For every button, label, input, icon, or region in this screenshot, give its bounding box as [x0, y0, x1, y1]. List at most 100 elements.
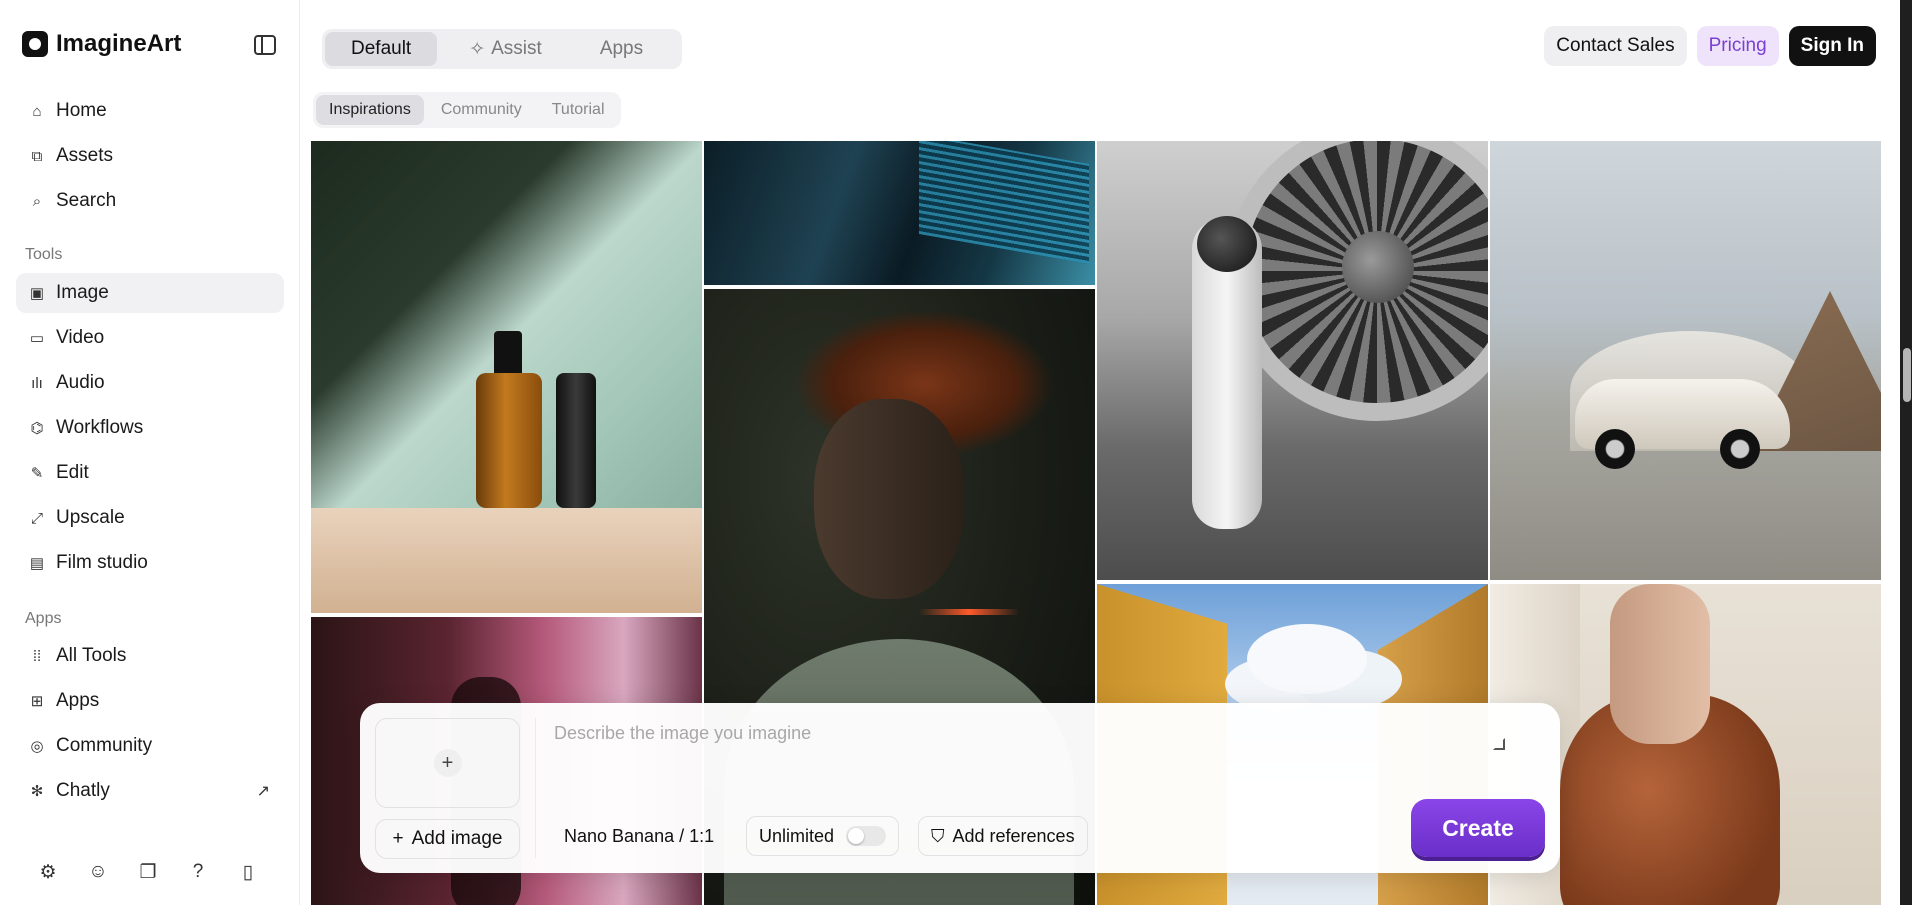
- sidebar: ImagineArt ⌂ Home ⧉ Assets ⌕ Search Tool…: [0, 0, 300, 905]
- contact-sales-button[interactable]: Contact Sales: [1544, 26, 1687, 66]
- sidebar-item-home[interactable]: ⌂ Home: [16, 91, 284, 131]
- tile-detail: [1342, 231, 1414, 303]
- sidebar-item-label: Assets: [56, 145, 114, 166]
- create-button[interactable]: Create: [1411, 799, 1545, 857]
- tools-section-label: Tools: [25, 246, 63, 263]
- gallery-tile[interactable]: [1097, 141, 1488, 580]
- add-references-label: Add references: [952, 825, 1075, 846]
- sidebar-item-all-tools[interactable]: ⁞⁞ All Tools: [16, 636, 284, 676]
- sidebar-item-video[interactable]: ▭ Video: [16, 318, 284, 358]
- workflows-icon: ⌬: [30, 420, 44, 437]
- brand-name: ImagineArt: [56, 30, 182, 57]
- tab-inspirations[interactable]: Inspirations: [316, 95, 424, 125]
- external-link-icon: ↗: [256, 783, 270, 800]
- sidebar-item-chatly[interactable]: ✻ Chatly ↗: [16, 771, 284, 811]
- add-image-button[interactable]: + Add image: [375, 819, 520, 859]
- sidebar-item-audio[interactable]: ılı Audio: [16, 363, 284, 403]
- brand-logo[interactable]: ImagineArt: [22, 30, 181, 58]
- unlimited-label: Unlimited: [759, 825, 835, 846]
- tab-assist[interactable]: ✧ Assist: [443, 32, 568, 66]
- mobile-icon[interactable]: ▯: [236, 860, 260, 884]
- upscale-icon: ⤢: [30, 509, 43, 527]
- plus-icon: +: [392, 828, 404, 849]
- toggle-switch[interactable]: [846, 826, 887, 846]
- tab-apps[interactable]: Apps: [574, 32, 669, 66]
- tab-default[interactable]: Default: [325, 32, 438, 66]
- tile-detail: [311, 508, 702, 613]
- sidebar-item-label: Upscale: [56, 507, 125, 528]
- sidebar-item-label: Image: [56, 282, 109, 303]
- search-icon: ⌕: [32, 192, 42, 210]
- model-selector[interactable]: Nano Banana / 1:1: [554, 816, 724, 856]
- audio-icon: ılı: [31, 374, 43, 392]
- prompt-panel: + + Add image Nano Banana / 1:1 Unlimite…: [360, 703, 1560, 873]
- sidebar-item-workflows[interactable]: ⌬ Workflows: [16, 408, 284, 448]
- community-icon: ◎: [30, 738, 44, 755]
- sidebar-item-community[interactable]: ◎ Community: [16, 726, 284, 766]
- sidebar-item-upscale[interactable]: ⤢ Upscale: [16, 498, 284, 538]
- sidebar-item-edit[interactable]: ✎ Edit: [16, 453, 284, 493]
- scrollbar[interactable]: [1900, 0, 1912, 905]
- gallery-tile[interactable]: [311, 141, 702, 613]
- gallery-tile[interactable]: [1490, 141, 1881, 580]
- add-image-label: Add image: [411, 828, 503, 849]
- sidebar-footer: ⚙ ☺ ❐ ? ▯: [36, 860, 260, 884]
- sidebar-item-label: Workflows: [56, 417, 144, 438]
- logo-icon: [22, 31, 48, 57]
- prompt-input[interactable]: [554, 723, 1514, 763]
- tile-detail: [919, 141, 1089, 264]
- sparkle-icon: ✧: [469, 38, 486, 60]
- sidebar-item-label: Chatly: [56, 780, 110, 801]
- tile-detail: [494, 331, 522, 377]
- home-icon: ⌂: [32, 102, 42, 120]
- unlimited-toggle[interactable]: Unlimited: [746, 816, 900, 856]
- sidebar-item-film-studio[interactable]: ▤ Film studio: [16, 543, 284, 583]
- mode-tabs: Default ✧ Assist Apps: [322, 29, 682, 69]
- sidebar-toggle-icon[interactable]: [254, 35, 276, 55]
- sidebar-item-label: Search: [56, 190, 117, 211]
- edit-icon: ✎: [30, 465, 44, 482]
- tile-detail: [1247, 624, 1367, 694]
- scrollbar-thumb[interactable]: [1903, 348, 1911, 402]
- help-icon[interactable]: ?: [186, 860, 210, 884]
- sidebar-item-label: Video: [56, 327, 105, 348]
- assets-icon: ⧉: [31, 147, 43, 165]
- tile-detail: [814, 399, 964, 599]
- all-tools-icon: ⁞⁞: [32, 647, 42, 665]
- app-root: ImagineArt ⌂ Home ⧉ Assets ⌕ Search Tool…: [0, 0, 1912, 905]
- sidebar-item-label: Home: [56, 100, 107, 121]
- sidebar-item-apps[interactable]: ⊞ Apps: [16, 681, 284, 721]
- image-upload-dropzone[interactable]: +: [375, 718, 520, 808]
- gallery-tabs: Inspirations Community Tutorial: [313, 92, 621, 128]
- settings-icon[interactable]: ⚙: [36, 860, 60, 884]
- top-actions: Contact Sales Pricing Sign In: [1544, 26, 1876, 66]
- gallery-tile[interactable]: [704, 141, 1095, 285]
- docs-icon[interactable]: ❐: [136, 860, 160, 884]
- tab-label: Default: [351, 38, 412, 59]
- sidebar-item-search[interactable]: ⌕ Search: [16, 181, 284, 221]
- discord-icon[interactable]: ☺: [86, 860, 110, 884]
- apps-icon: ⊞: [30, 693, 44, 710]
- sidebar-item-label: Community: [56, 735, 153, 756]
- tab-community[interactable]: Community: [428, 95, 535, 125]
- sidebar-item-label: Audio: [56, 372, 105, 393]
- sign-in-button[interactable]: Sign In: [1788, 26, 1876, 66]
- tile-detail: [919, 609, 1019, 615]
- pricing-button[interactable]: Pricing: [1696, 26, 1779, 66]
- sidebar-item-assets[interactable]: ⧉ Assets: [16, 136, 284, 176]
- tab-label: Apps: [599, 38, 644, 59]
- tile-detail: [476, 373, 542, 508]
- tile-detail: [556, 373, 596, 508]
- tab-label: Assist: [491, 38, 542, 59]
- tab-tutorial[interactable]: Tutorial: [539, 95, 618, 125]
- video-icon: ▭: [29, 330, 45, 347]
- sidebar-item-image[interactable]: ▣ Image: [16, 273, 284, 313]
- sidebar-item-label: Edit: [56, 462, 89, 483]
- sidebar-item-label: Film studio: [56, 552, 148, 573]
- film-studio-icon: ▤: [29, 555, 45, 572]
- plus-icon: +: [433, 749, 462, 777]
- references-icon: ⛉: [931, 825, 945, 846]
- add-references-button[interactable]: ⛉ Add references: [918, 816, 1088, 856]
- apps-section-label: Apps: [25, 610, 62, 627]
- divider: [535, 718, 536, 858]
